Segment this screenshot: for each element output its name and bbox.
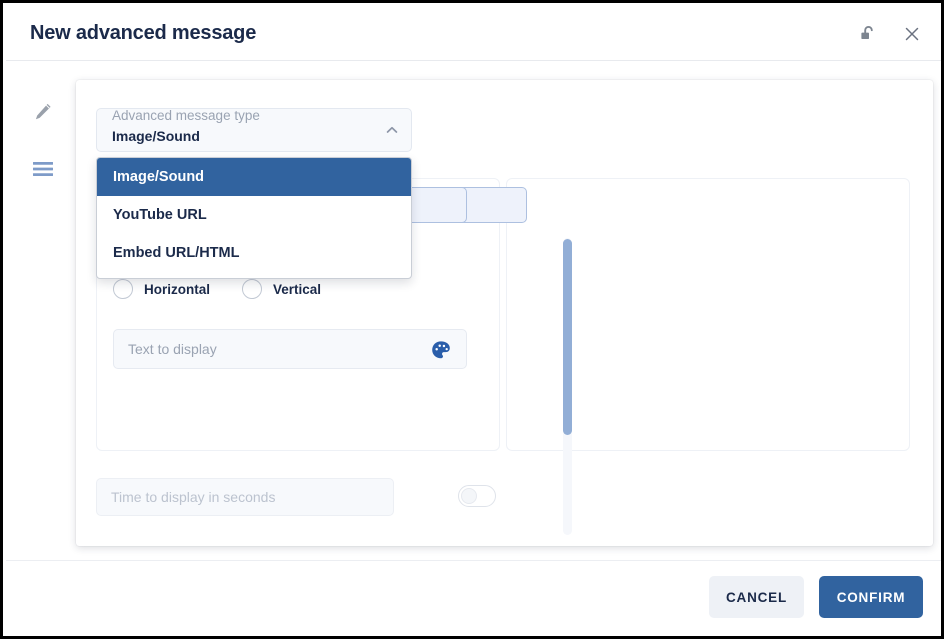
radio-vertical[interactable]: Vertical xyxy=(242,279,321,299)
select-legend: Advanced message type xyxy=(110,107,262,125)
list-icon[interactable] xyxy=(29,155,57,183)
chevron-up-icon[interactable] xyxy=(384,122,400,138)
option-youtube-url[interactable]: YouTube URL xyxy=(97,196,411,234)
panel-scrollbar-thumb[interactable] xyxy=(563,239,572,435)
radio-circle-icon xyxy=(242,279,262,299)
message-config-card: Advanced message type Image/Sound ADD IM… xyxy=(76,80,933,546)
palette-icon[interactable] xyxy=(430,339,452,361)
orientation-radio-group: Horizontal Vertical xyxy=(113,279,321,299)
footer-button-group: CANCEL CONFIRM xyxy=(709,576,923,618)
toggle-knob xyxy=(461,488,477,504)
dialog-footer: CANCEL CONFIRM xyxy=(6,560,944,633)
time-display-toggle[interactable] xyxy=(458,485,496,507)
select-value: Image/Sound xyxy=(112,128,200,144)
text-to-display-input[interactable]: Text to display xyxy=(113,329,467,369)
radio-vertical-label: Vertical xyxy=(273,282,321,297)
advanced-message-type-select[interactable]: Advanced message type Image/Sound xyxy=(96,108,412,152)
pencil-icon[interactable] xyxy=(29,98,57,126)
text-to-display-placeholder: Text to display xyxy=(128,341,217,357)
time-to-display-placeholder: Time to display in seconds xyxy=(111,489,275,505)
time-to-display-input[interactable]: Time to display in seconds xyxy=(96,478,394,516)
new-advanced-message-dialog: New advanced message xyxy=(0,0,944,639)
header-icon-group xyxy=(854,20,926,48)
left-rail xyxy=(7,62,73,565)
option-image-sound[interactable]: Image/Sound xyxy=(97,158,411,196)
radio-horizontal-label: Horizontal xyxy=(144,282,210,297)
cancel-button[interactable]: CANCEL xyxy=(709,576,804,618)
close-icon[interactable] xyxy=(898,20,926,48)
unlock-icon[interactable] xyxy=(854,20,882,48)
radio-horizontal[interactable]: Horizontal xyxy=(113,279,210,299)
advanced-message-type-options: Image/Sound YouTube URL Embed URL/HTML xyxy=(96,157,412,279)
dialog-header: New advanced message xyxy=(6,6,944,61)
confirm-button[interactable]: CONFIRM xyxy=(819,576,923,618)
radio-circle-icon xyxy=(113,279,133,299)
page-title: New advanced message xyxy=(30,22,256,45)
option-embed-url-html[interactable]: Embed URL/HTML xyxy=(97,234,411,272)
